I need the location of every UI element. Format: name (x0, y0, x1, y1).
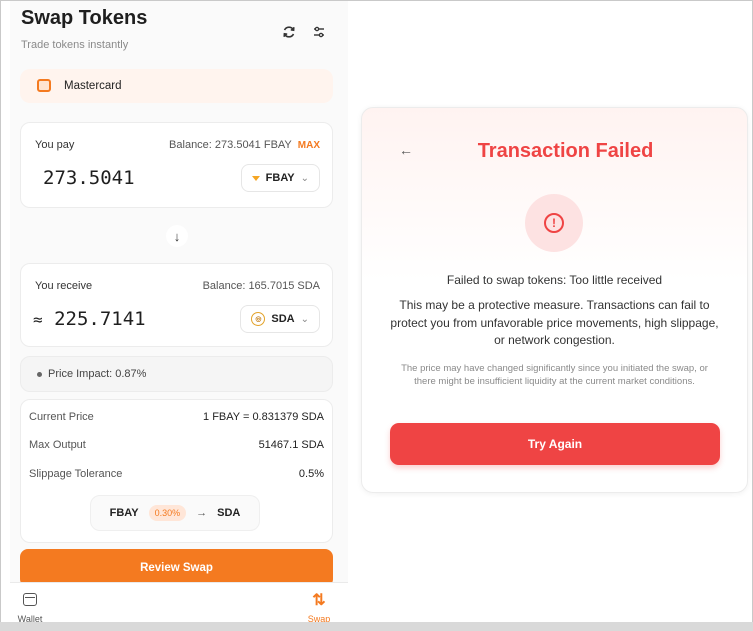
pay-balance-text: Balance: 273.5041 FBAY (169, 139, 292, 151)
swap-details: Current Price 1 FBAY = 0.831379 SDA Max … (20, 399, 333, 543)
window-bottom-border (0, 622, 753, 631)
page-title: Swap Tokens (21, 7, 148, 29)
page-subtitle: Trade tokens instantly (21, 39, 129, 51)
swap-panel: Swap Tokens Trade tokens instantly Maste… (10, 1, 348, 623)
current-price-label: Current Price (29, 411, 94, 423)
sliders-icon[interactable] (310, 23, 328, 41)
pay-amount-input[interactable]: 273.5041 (43, 167, 135, 189)
try-again-button[interactable]: Try Again (390, 423, 720, 465)
transaction-failed-modal: ← Transaction Failed ! Failed to swap to… (361, 107, 748, 493)
payment-method-card[interactable]: Mastercard (20, 69, 333, 103)
error-description: This may be a protective measure. Transa… (390, 298, 719, 347)
max-button[interactable]: MAX (298, 140, 320, 151)
status-dot-icon (37, 372, 42, 377)
modal-title: Transaction Failed (477, 140, 654, 162)
slippage-label: Slippage Tolerance (29, 468, 123, 480)
receive-amount: ≈ 225.7141 (33, 308, 146, 330)
pay-label: You pay (35, 139, 75, 151)
chevron-down-icon: ⌄ (300, 172, 309, 184)
swap-route: FBAY 0.30% → SDA (90, 495, 260, 531)
nav-item-swap[interactable]: ⇅ Swap (299, 583, 339, 623)
receive-token-label: SDA (271, 313, 295, 325)
receive-card: You receive Balance: 165.7015 SDA ≈ 225.… (20, 263, 333, 347)
bottom-nav: Wallet ⇅ Swap (10, 582, 348, 623)
payment-method-label: Mastercard (64, 80, 122, 92)
alert-icon-wrapper: ! (525, 194, 583, 252)
route-from-token: FBAY (109, 507, 139, 519)
slippage-value: 0.5% (298, 468, 324, 480)
receive-token-select[interactable]: ◎ SDA ⌄ (240, 305, 320, 333)
max-output-row: Max Output 51467.1 SDA (29, 439, 324, 451)
sda-token-icon: ◎ (251, 312, 266, 326)
app-window: Swap Tokens Trade tokens instantly Maste… (0, 0, 753, 631)
fbay-token-icon (251, 175, 260, 181)
current-price-row: Current Price 1 FBAY = 0.831379 SDA (29, 411, 324, 423)
pay-balance: Balance: 273.5041 FBAY MAX (169, 139, 320, 151)
error-note: The price may have changed significantly… (401, 363, 708, 387)
pay-card: You pay Balance: 273.5041 FBAY MAX 273.50… (20, 122, 333, 208)
current-price-value: 1 FBAY = 0.831379 SDA (203, 411, 324, 423)
error-message: Failed to swap tokens: Too little receiv… (446, 273, 663, 287)
route-to-token: SDA (217, 507, 241, 519)
arrow-down-icon: ↓ (173, 228, 181, 244)
approx-symbol: ≈ (33, 310, 43, 329)
pay-token-label: FBAY (265, 172, 295, 184)
slippage-row: Slippage Tolerance 0.5% (29, 468, 324, 480)
swap-arrows-icon: ⇅ (312, 592, 326, 609)
nav-item-wallet[interactable]: Wallet (10, 583, 50, 623)
pay-token-select[interactable]: FBAY ⌄ (240, 164, 320, 192)
price-impact-text: Price Impact: 0.87% (48, 368, 147, 380)
receive-balance: Balance: 165.7015 SDA (202, 280, 320, 292)
wallet-icon (23, 593, 37, 606)
route-fee-badge: 0.30% (148, 505, 187, 521)
max-output-value: 51467.1 SDA (258, 439, 324, 451)
alert-circle-icon: ! (544, 213, 564, 233)
receive-amount-value: 225.7141 (54, 308, 146, 330)
max-output-label: Max Output (29, 439, 86, 451)
swap-direction-button[interactable]: ↓ (166, 225, 188, 247)
receive-label: You receive (35, 280, 93, 292)
chevron-down-icon: ⌄ (300, 313, 309, 325)
arrow-right-icon: → (196, 507, 208, 519)
refresh-icon[interactable] (280, 23, 298, 41)
card-icon (37, 79, 51, 92)
price-impact-badge: Price Impact: 0.87% (20, 356, 333, 392)
